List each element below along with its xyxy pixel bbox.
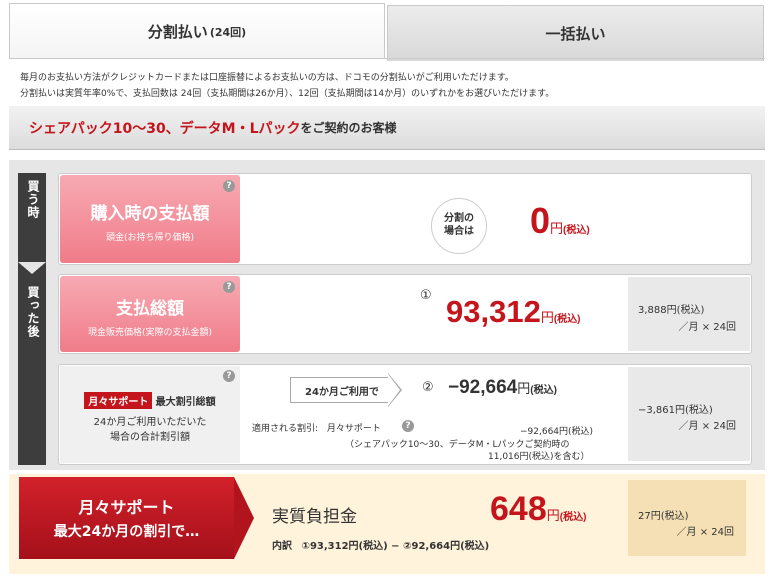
support-heading: 月々サポート 最大割引総額	[60, 392, 240, 409]
row-total-label: 支払総額 現金販売価格(実際の支払金額)	[60, 276, 240, 352]
support-arrow-icon-inner	[388, 374, 400, 406]
row-purchase-title: 購入時の支払額	[90, 204, 210, 224]
help-icon[interactable]: ?	[402, 420, 414, 432]
side-label-after-purchase-text: 買った後	[26, 286, 40, 338]
purchase-amount-tax: (税込)	[563, 225, 590, 236]
support-monthly-value: −3,861円(税込)	[638, 401, 713, 416]
total-monthly-tax: (税込)	[676, 305, 705, 316]
effective-monthly-suffix: ／月 × 24回	[676, 527, 734, 538]
effective-amount-unit: 円	[546, 508, 560, 523]
installment-circle: 分割の 場合は	[431, 198, 487, 254]
effective-monthly-amount: 27円	[638, 511, 661, 522]
support-title: 最大割引総額	[155, 397, 216, 408]
tab-lump-sum[interactable]: 一括払い	[387, 5, 764, 61]
support-applied-note-2: 11,016円(税込)を含む）	[488, 452, 590, 462]
effective-monthly-tax: (税込)	[660, 511, 689, 522]
total-marker: ①	[420, 288, 432, 303]
effective-monthly-box: 27円(税込) ／月 × 24回	[628, 480, 746, 556]
total-amount-value: 93,312	[446, 294, 541, 329]
support-monthly-amount: −3,861円	[638, 405, 686, 416]
row-purchase-label: 購入時の支払額 頭金(お持ち帰り価格)	[60, 175, 240, 263]
support-applied-name: 月々サポート	[326, 424, 381, 434]
effective-flag: 月々サポート 最大24か月の割引で…	[19, 477, 234, 559]
side-arrow	[18, 262, 46, 274]
total-monthly-suffix: ／月 × 24回	[678, 322, 736, 333]
support-monthly-suffix: ／月 × 24回	[678, 421, 736, 432]
note-line-2: 分割払いは実質年率0%で、支払回数は 24回（支払期間は26か月）、12回（支払…	[20, 89, 555, 99]
plan-banner-rest: をご契約のお客様	[300, 121, 397, 135]
plan-banner: シェアパック10〜30、データM・Lパック をご契約のお客様	[9, 106, 765, 150]
support-amount-tax: (税込)	[530, 385, 557, 396]
effective-amount-value: 648	[490, 490, 547, 528]
support-desc-2: 場合の合計割引額	[110, 432, 190, 443]
support-applied: 適用される割引: 月々サポート	[252, 421, 381, 434]
row-total-title: 支払総額	[116, 299, 184, 319]
help-icon[interactable]: ?	[223, 370, 235, 382]
total-amount-tax: (税込)	[553, 314, 581, 325]
effective-flag-line1: 月々サポート	[78, 498, 175, 517]
total-amount-unit: 円	[540, 310, 554, 325]
support-monthly-box: −3,861円(税込) ／月 × 24回	[628, 367, 750, 461]
row-total-subtitle: 現金販売価格(実際の支払金額)	[87, 328, 213, 338]
tab-lump-sum-label: 一括払い	[545, 25, 606, 43]
total-amount: 93,312円(税込)	[446, 294, 581, 330]
row-purchase-subtitle: 頭金(お持ち帰り価格)	[105, 233, 195, 243]
purchase-amount-unit: 円	[550, 221, 564, 236]
total-monthly-amount: 3,888円	[638, 305, 677, 316]
tab-divider	[9, 58, 765, 59]
support-desc-1: 24か月ご利用いただいた	[93, 417, 207, 428]
help-icon[interactable]: ?	[223, 281, 235, 293]
row-support-label: 月々サポート 最大割引総額 24か月ご利用いただいた 場合の合計割引額	[60, 366, 240, 463]
support-applied-label: 適用される割引:	[252, 424, 319, 434]
circle-text-2: 場合は	[444, 226, 474, 237]
tab-installment-count: (24回)	[209, 25, 247, 39]
support-amount-value: −92,664	[448, 377, 518, 398]
help-icon[interactable]: ?	[223, 180, 235, 192]
support-badge: 月々サポート	[84, 392, 153, 409]
effective-breakdown-value: ①93,312円(税込) − ②92,664円(税込)	[301, 541, 490, 552]
circle-text-1: 分割の	[444, 213, 474, 224]
support-arrow-label: 24か月ご利用で	[290, 377, 390, 403]
effective-breakdown: 内訳 ①93,312円(税込) − ②92,664円(税込)	[272, 537, 489, 552]
purchase-amount: 0円(税込)	[530, 200, 590, 242]
support-monthly-tax: (税込)	[685, 405, 713, 416]
effective-flag-arrow	[234, 477, 254, 559]
support-amount-unit: 円	[517, 381, 531, 396]
support-marker: ②	[422, 380, 434, 395]
plan-banner-highlight: シェアパック10〜30、データM・Lパック	[29, 120, 301, 137]
total-monthly-value: 3,888円(税込)	[638, 301, 704, 316]
side-label-purchase-time-text: 買う時	[26, 180, 40, 219]
effective-flag-line2: 最大24か月の割引で…	[53, 524, 200, 540]
effective-breakdown-label: 内訳	[272, 541, 292, 552]
effective-amount: 648円(税込)	[490, 490, 586, 529]
purchase-amount-value: 0	[530, 200, 551, 241]
support-applied-amount: −92,664円(税込)	[520, 427, 594, 437]
effective-monthly-value: 27円(税込)	[638, 507, 689, 522]
note-line-1: 毎月のお支払い方法がクレジットカードまたは口座振替によるお支払いの方は、ドコモの…	[20, 73, 514, 83]
total-monthly-box: 3,888円(税込) ／月 × 24回	[628, 277, 750, 351]
effective-amount-tax: (税込)	[559, 512, 587, 523]
tab-installment[interactable]: 分割払い (24回)	[9, 3, 385, 59]
effective-label: 実質負担金	[272, 507, 357, 527]
support-amount: −92,664円(税込)	[448, 377, 557, 399]
tab-installment-label: 分割払い	[147, 23, 208, 41]
